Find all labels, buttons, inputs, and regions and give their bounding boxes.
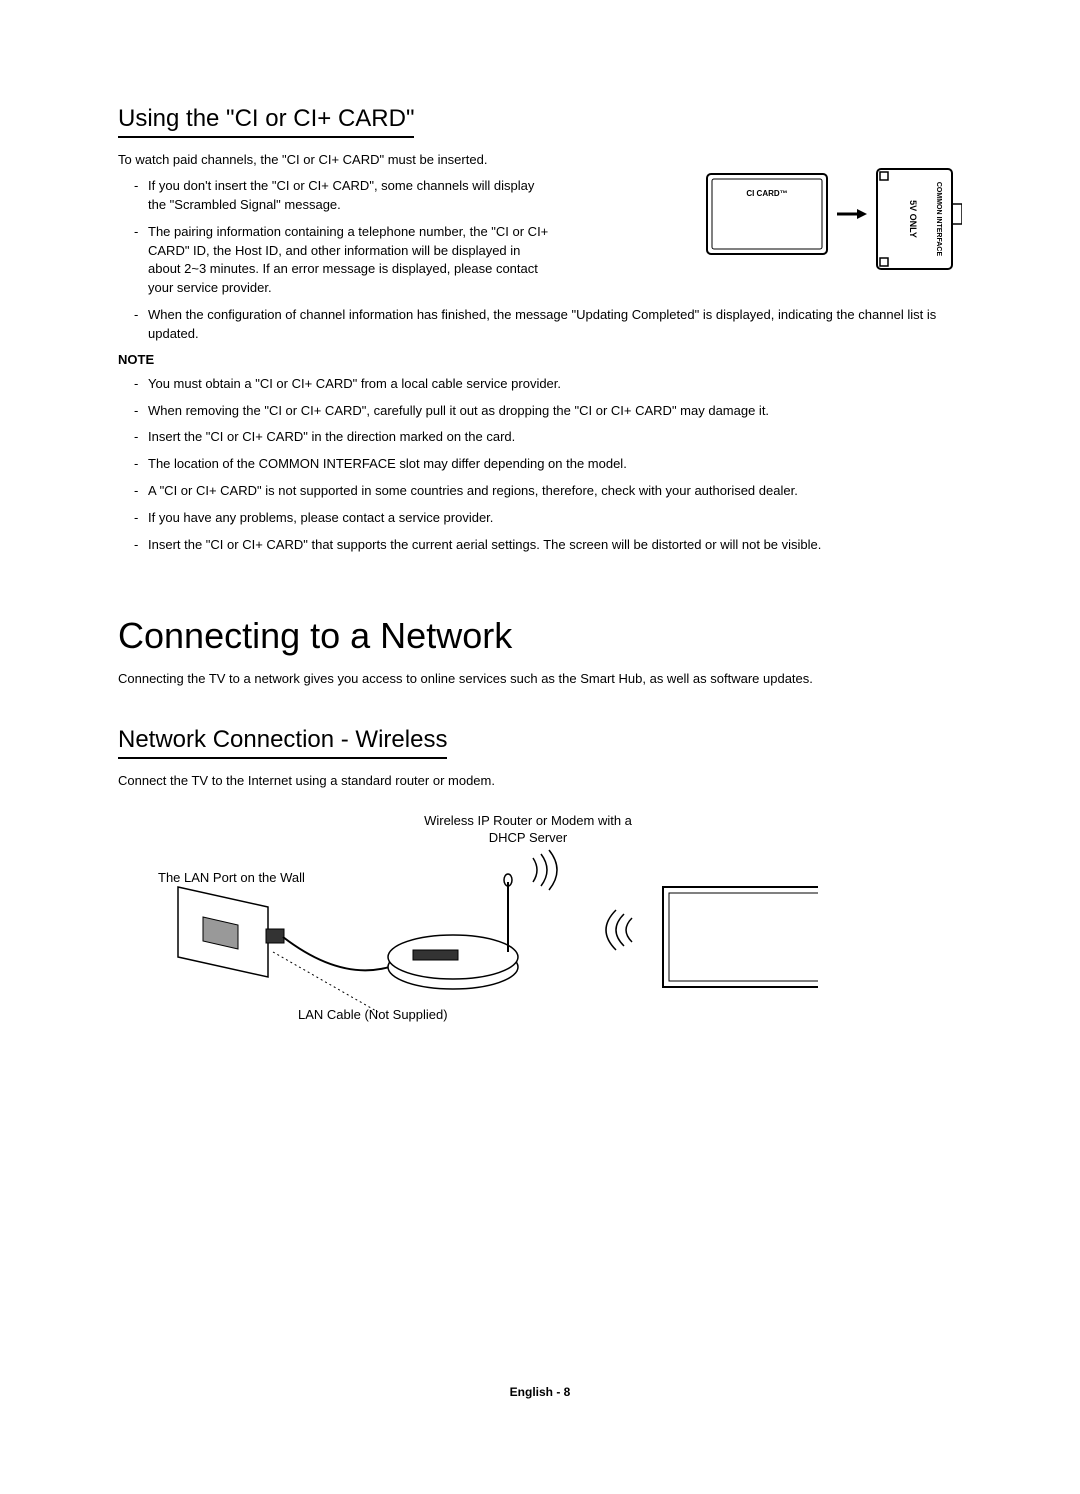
list-item: Insert the "CI or CI+ CARD" in the direc… [134,428,962,447]
wireless-diagram: Wireless IP Router or Modem with a DHCP … [118,812,962,1032]
list-item: When the configuration of channel inform… [134,306,962,344]
ci-top-block: To watch paid channels, the "CI or CI+ C… [118,152,962,306]
section-wireless: Network Connection - Wireless Connect th… [118,726,962,1032]
list-item: If you have any problems, please contact… [134,509,962,528]
svg-text:COMMON INTERFACE: COMMON INTERFACE [935,182,942,257]
section-ci-card: Using the "CI or CI+ CARD" To watch paid… [118,105,962,555]
ci-top-bullets: If you don't insert the "CI or CI+ CARD"… [118,177,684,298]
ci-full-bullets: When the configuration of channel inform… [118,306,962,344]
note-label: NOTE [118,352,962,367]
network-intro: Connecting the TV to a network gives you… [118,671,962,686]
list-item: Insert the "CI or CI+ CARD" that support… [134,536,962,555]
ci-intro: To watch paid channels, the "CI or CI+ C… [118,152,684,167]
note-bullets: You must obtain a "CI or CI+ CARD" from … [118,375,962,555]
ci-top-text: To watch paid channels, the "CI or CI+ C… [118,152,684,306]
list-item: If you don't insert the "CI or CI+ CARD"… [134,177,554,215]
ci-card-diagram: CI CARD™ 5V ONLY COMMON INTERFACE [702,164,962,279]
wireless-intro: Connect the TV to the Internet using a s… [118,773,962,788]
list-item: You must obtain a "CI or CI+ CARD" from … [134,375,962,394]
list-item: The location of the COMMON INTERFACE slo… [134,455,962,474]
svg-text:CI CARD™: CI CARD™ [746,189,787,198]
list-item: The pairing information containing a tel… [134,223,554,298]
section-wireless-title: Network Connection - Wireless [118,726,447,759]
svg-text:5V ONLY: 5V ONLY [908,200,918,238]
list-item: A "CI or CI+ CARD" is not supported in s… [134,482,962,501]
section-network-title: Connecting to a Network [118,615,962,657]
list-item: When removing the "CI or CI+ CARD", care… [134,402,962,421]
page-footer: English - 8 [0,1385,1080,1399]
section-ci-title: Using the "CI or CI+ CARD" [118,105,414,138]
